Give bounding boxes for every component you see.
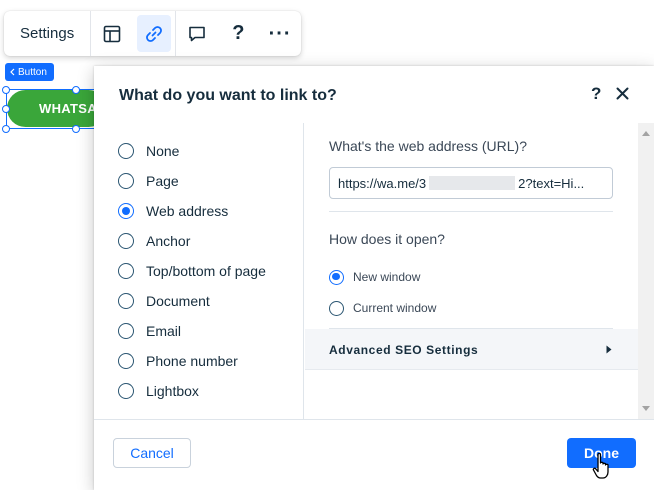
radio-lightbox[interactable]	[118, 383, 134, 399]
layout-icon	[103, 25, 121, 42]
option-label: Document	[146, 293, 210, 309]
close-icon	[616, 87, 629, 100]
link-option-none[interactable]: None	[118, 141, 179, 161]
option-label: Lightbox	[146, 383, 199, 399]
link-option-anchor[interactable]: Anchor	[118, 231, 190, 251]
open-question: How does it open?	[329, 231, 445, 247]
resize-handle[interactable]	[2, 105, 10, 113]
resize-handle[interactable]	[2, 86, 10, 94]
resize-handle[interactable]	[2, 125, 10, 133]
link-option-top-bottom[interactable]: Top/bottom of page	[118, 261, 266, 281]
seo-label: Advanced SEO Settings	[329, 343, 479, 357]
link-icon	[145, 25, 162, 42]
link-option-document[interactable]: Document	[118, 291, 210, 311]
radio-phone-number[interactable]	[118, 353, 134, 369]
radio-new-window[interactable]	[329, 269, 344, 285]
open-option-label: Current window	[353, 301, 437, 315]
link-button[interactable]	[136, 15, 171, 52]
element-toolbar: Settings ? ···	[4, 11, 301, 56]
scrollbar[interactable]	[638, 123, 654, 419]
dialog-header: What do you want to link to? ?	[94, 66, 654, 123]
scroll-down-arrow-icon[interactable]	[642, 406, 650, 411]
option-label: None	[146, 143, 180, 159]
dialog-help-icon[interactable]: ?	[591, 84, 601, 104]
option-label: Email	[146, 323, 182, 339]
cancel-button[interactable]: Cancel	[113, 438, 191, 468]
option-label: Phone number	[146, 353, 238, 369]
url-value-end: 2?text=Hi...	[518, 175, 585, 191]
caret-right-icon	[606, 345, 612, 354]
dialog-footer: Cancel Done	[94, 419, 654, 490]
more-button[interactable]: ···	[263, 15, 297, 52]
element-tag-label: Button	[18, 66, 47, 78]
link-option-lightbox[interactable]: Lightbox	[118, 381, 199, 401]
url-question: What's the web address (URL)?	[329, 138, 527, 154]
link-option-phone-number[interactable]: Phone number	[118, 351, 238, 371]
radio-page[interactable]	[118, 173, 134, 189]
radio-none[interactable]	[118, 143, 134, 159]
url-input[interactable]: https://wa.me/3 2?text=Hi...	[329, 167, 613, 199]
more-icon: ···	[268, 22, 292, 45]
radio-document[interactable]	[118, 293, 134, 309]
open-option-label: New window	[353, 270, 421, 284]
comment-icon	[188, 26, 205, 41]
redacted-block	[429, 176, 516, 190]
web-address-panel: What's the web address (URL)? https://wa…	[305, 123, 638, 419]
hand-cursor-icon	[592, 452, 609, 479]
radio-web-address[interactable]	[118, 203, 134, 219]
element-tag[interactable]: Button	[5, 63, 54, 81]
layout-button[interactable]	[95, 15, 129, 52]
comment-button[interactable]	[180, 15, 214, 52]
radio-current-window[interactable]	[329, 300, 344, 316]
option-label: Page	[146, 173, 179, 189]
radio-anchor[interactable]	[118, 233, 134, 249]
radio-email[interactable]	[118, 323, 134, 339]
scroll-up-arrow-icon[interactable]	[642, 131, 650, 136]
toolbar-divider	[90, 11, 92, 56]
help-icon: ?	[232, 22, 245, 44]
open-option-new-window[interactable]: New window	[329, 269, 420, 285]
open-option-current-window[interactable]: Current window	[329, 300, 436, 316]
radio-top-bottom[interactable]	[118, 263, 134, 279]
link-option-page[interactable]: Page	[118, 171, 179, 191]
dialog-title: What do you want to link to?	[119, 87, 337, 104]
option-label: Anchor	[146, 233, 191, 249]
toolbar-divider	[174, 11, 176, 56]
option-label: Top/bottom of page	[146, 263, 266, 279]
selection-frame	[6, 89, 98, 129]
link-type-list: None Page Web address Anchor Top/bottom …	[94, 123, 304, 419]
settings-button[interactable]: Settings	[4, 11, 90, 56]
advanced-seo-settings-row[interactable]: Advanced SEO Settings	[305, 329, 638, 370]
close-button[interactable]	[616, 87, 629, 105]
resize-handle[interactable]	[72, 86, 80, 94]
url-value-start: https://wa.me/3	[338, 175, 427, 191]
link-option-email[interactable]: Email	[118, 321, 181, 341]
resize-handle[interactable]	[72, 125, 80, 133]
divider	[329, 211, 613, 212]
link-option-web-address[interactable]: Web address	[118, 201, 228, 221]
link-dialog: What do you want to link to? ? None Page…	[94, 66, 654, 490]
help-button[interactable]: ?	[221, 15, 255, 52]
chevron-left-icon	[10, 68, 15, 76]
option-label: Web address	[146, 203, 229, 219]
